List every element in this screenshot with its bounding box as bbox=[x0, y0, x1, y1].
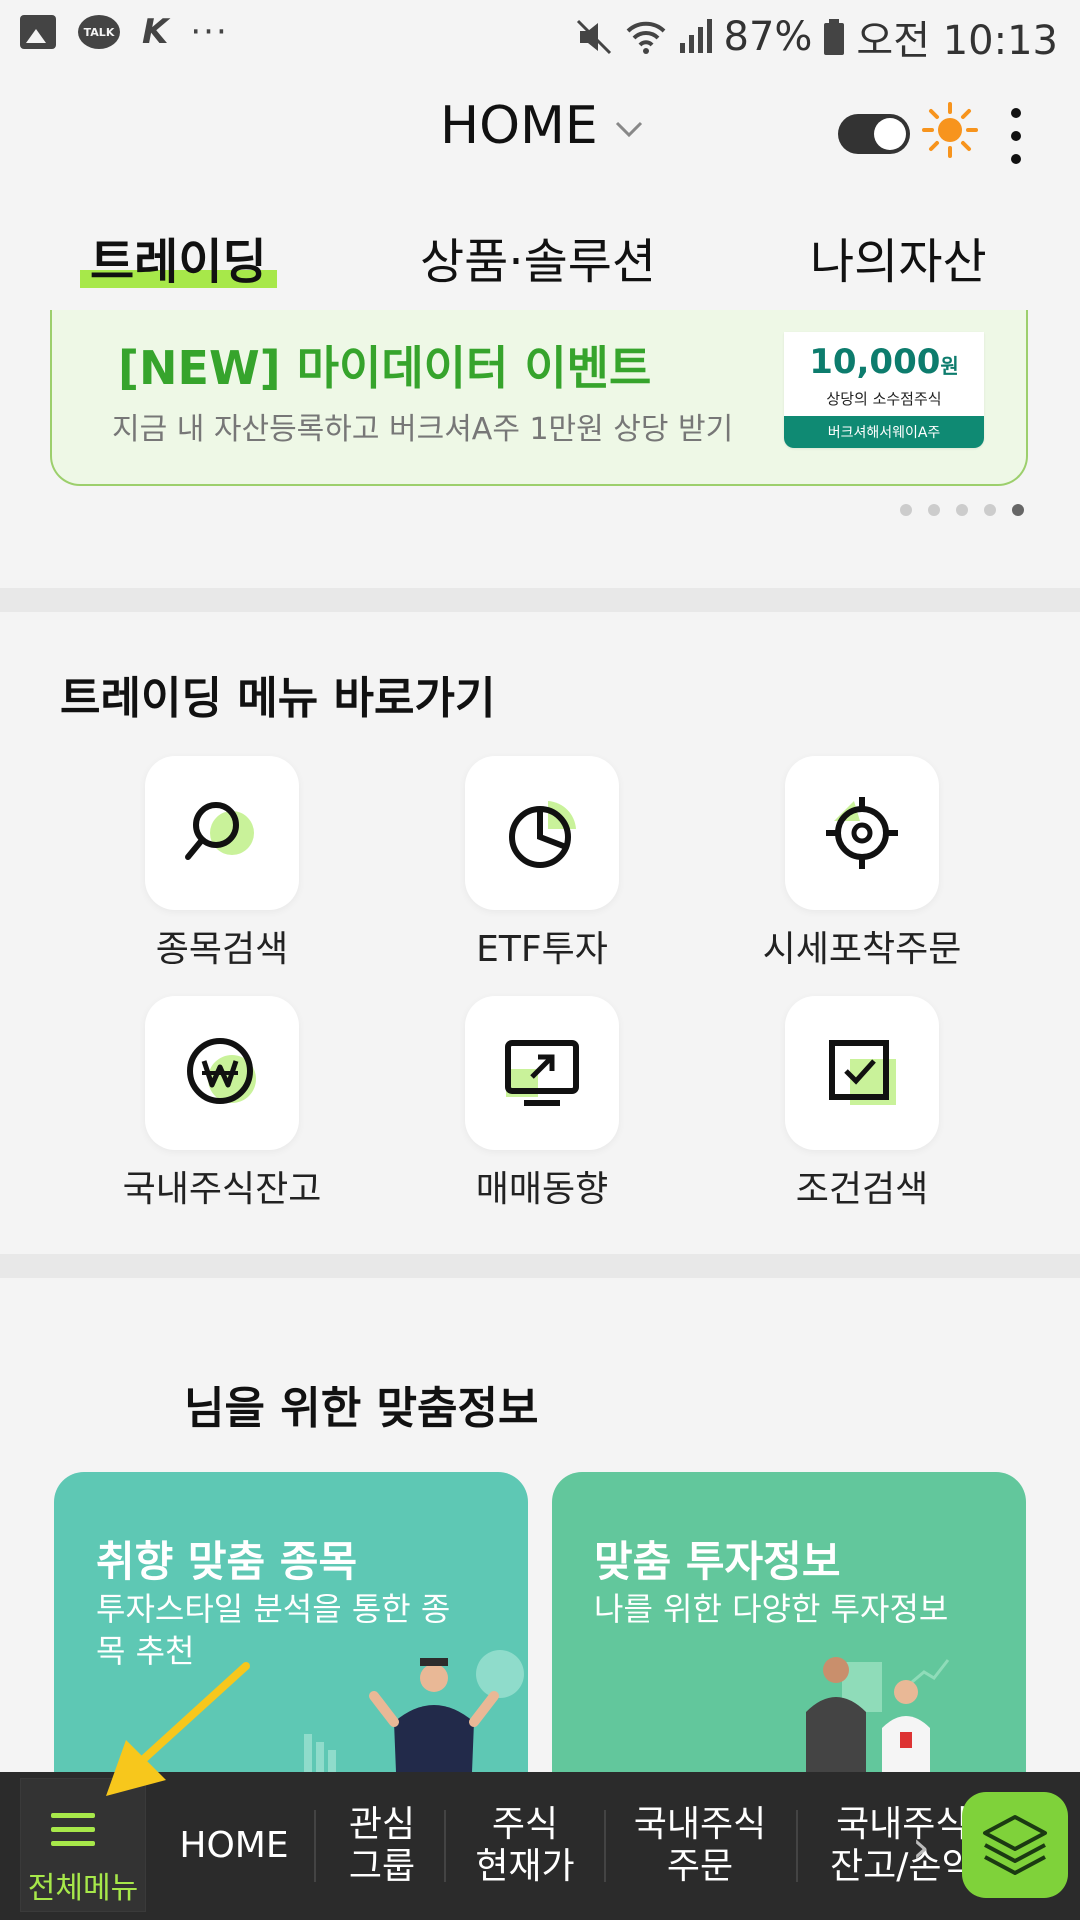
checkbox-icon bbox=[829, 1040, 896, 1105]
quick-item-condition-search[interactable]: 조건검색 bbox=[742, 996, 982, 1212]
nav-watch-group[interactable]: 관심 그룹 bbox=[318, 1772, 446, 1920]
quick-item-trading-trends[interactable]: 매매동향 bbox=[422, 996, 662, 1212]
card-subtitle: 나를 위한 다양한 투자정보 bbox=[594, 1590, 949, 1628]
quick-item-box bbox=[465, 756, 619, 910]
page-dot[interactable] bbox=[956, 504, 968, 516]
tab-my-assets[interactable]: 나의자산 bbox=[810, 222, 987, 292]
signal-icon bbox=[679, 19, 712, 53]
nav-stock-price[interactable]: 주식 현재가 bbox=[448, 1772, 602, 1920]
theme-toggle[interactable] bbox=[838, 114, 910, 154]
nav-separator bbox=[604, 1810, 606, 1882]
quick-item-box bbox=[145, 996, 299, 1150]
banner-subtitle: 지금 내 자산등록하고 버크셔A주 1만원 상당 받기 bbox=[112, 412, 734, 447]
nav-domestic-balance[interactable]: 국내주식 잔고/손익 bbox=[800, 1772, 970, 1920]
coupon-description: 상당의 소수점주식 bbox=[826, 390, 942, 408]
quick-item-box bbox=[785, 996, 939, 1150]
quick-item-box bbox=[145, 756, 299, 910]
page-dot[interactable] bbox=[984, 504, 996, 516]
page-title: HOME bbox=[440, 96, 598, 156]
nav-domestic-order[interactable]: 국내주식 주문 bbox=[608, 1772, 792, 1920]
status-bar: TALK K ··· 87% 오전 10:13 bbox=[0, 0, 1080, 72]
system-indicators: 87% 오전 10:13 bbox=[574, 8, 1058, 66]
mute-icon bbox=[576, 19, 611, 55]
recommend-title: 님을 위한 맞춤정보 bbox=[184, 1383, 539, 1434]
nav-home[interactable]: HOME bbox=[166, 1772, 302, 1920]
tab-products-solutions[interactable]: 상품·솔루션 bbox=[420, 222, 656, 292]
nav-separator bbox=[796, 1810, 798, 1882]
banner-pagination bbox=[900, 504, 1024, 516]
hamburger-icon bbox=[51, 1813, 95, 1855]
main-tabs: 트레이딩 상품·솔루션 나의자산 bbox=[0, 192, 1080, 322]
coupon-amount: 10,000원 bbox=[809, 342, 959, 382]
nav-separator bbox=[314, 1810, 316, 1882]
quick-item-price-alert-order[interactable]: 시세포착주문 bbox=[742, 756, 982, 972]
card-illustration bbox=[304, 1650, 524, 1772]
sun-icon bbox=[922, 102, 978, 158]
card-illustration bbox=[806, 1657, 950, 1772]
notification-icons: TALK K ··· bbox=[20, 12, 229, 52]
banner-title: [NEW] 마이데이터 이벤트 bbox=[118, 341, 652, 395]
quick-item-box bbox=[785, 756, 939, 910]
more-options-icon[interactable] bbox=[1008, 108, 1024, 164]
gallery-icon bbox=[20, 15, 56, 49]
coupon-card: 10,000원 상당의 소수점주식 버크셔해서웨이A주 bbox=[784, 332, 984, 448]
page-dot[interactable] bbox=[900, 504, 912, 516]
clock: 오전 10:13 bbox=[856, 18, 1058, 64]
battery-icon bbox=[824, 19, 845, 55]
quick-item-stock-search[interactable]: 종목검색 bbox=[102, 756, 342, 972]
target-icon bbox=[826, 797, 898, 869]
layers-icon bbox=[983, 1815, 1047, 1875]
toggle-knob bbox=[874, 118, 906, 150]
chevron-down-icon bbox=[615, 121, 642, 138]
card-custom-investment-info[interactable]: 맞춤 투자정보 나를 위한 다양한 투자정보 bbox=[552, 1472, 1026, 1772]
more-notifications-icon: ··· bbox=[190, 12, 229, 52]
won-coin-icon bbox=[187, 1038, 256, 1104]
kakaotalk-icon: TALK bbox=[78, 15, 120, 49]
section-divider bbox=[0, 1254, 1080, 1278]
home-selector[interactable]: HOME bbox=[440, 96, 644, 156]
event-banner[interactable]: [NEW] 마이데이터 이벤트 지금 내 자산등록하고 버크셔A주 1만원 상당… bbox=[50, 310, 1028, 486]
section-divider bbox=[0, 588, 1080, 612]
layers-button[interactable] bbox=[962, 1792, 1068, 1898]
nav-separator bbox=[444, 1810, 446, 1882]
quick-item-box bbox=[465, 996, 619, 1150]
battery-percent: 87% bbox=[723, 14, 813, 60]
tab-trading[interactable]: 트레이딩 bbox=[80, 222, 277, 292]
quick-item-etf[interactable]: ETF투자 bbox=[422, 756, 662, 972]
page-dot[interactable] bbox=[928, 504, 940, 516]
card-title: 취향 맞춤 종목 bbox=[96, 1537, 358, 1586]
monitor-trend-icon bbox=[505, 1040, 579, 1106]
quick-item-domestic-balance[interactable]: 국내주식잔고 bbox=[102, 996, 342, 1212]
search-icon bbox=[185, 802, 254, 860]
page-dot-active[interactable] bbox=[1012, 504, 1024, 516]
k-app-icon: K bbox=[142, 12, 169, 52]
quick-menu-title: 트레이딩 메뉴 바로가기 bbox=[60, 673, 496, 724]
app-header: HOME bbox=[0, 72, 1080, 192]
coupon-footer: 버크셔해서웨이A주 bbox=[784, 416, 984, 448]
pie-chart-icon bbox=[509, 801, 576, 868]
card-title: 맞춤 투자정보 bbox=[594, 1537, 841, 1586]
bottom-nav: 전체메뉴 HOME 관심 그룹 주식 현재가 국내주식 주문 국내주식 잔고/손… bbox=[0, 1662, 1080, 1920]
chevron-right-icon[interactable]: › bbox=[912, 1822, 930, 1873]
wifi-icon bbox=[626, 21, 665, 54]
